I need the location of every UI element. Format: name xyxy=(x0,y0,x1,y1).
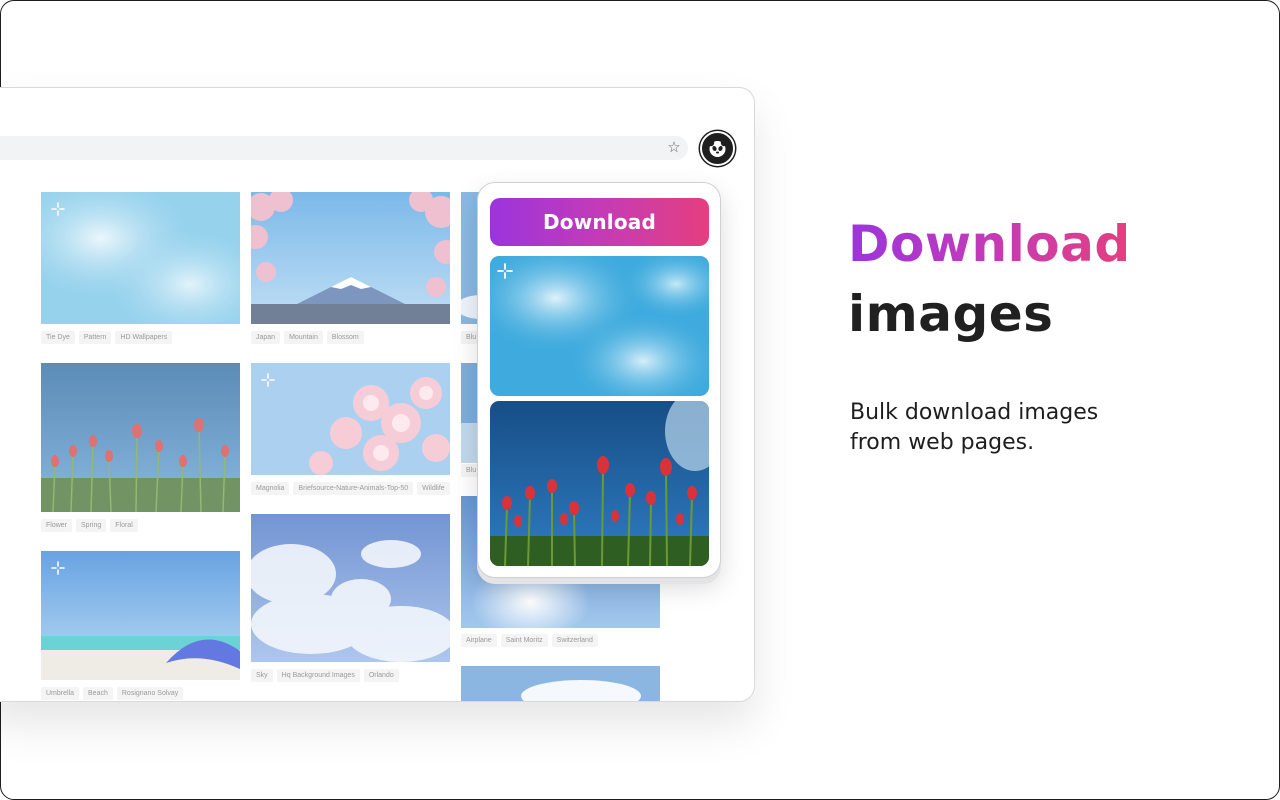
tag[interactable]: Pattern xyxy=(78,331,112,344)
tag[interactable]: Tie Dye xyxy=(41,331,75,344)
gallery-image-umbrella[interactable] xyxy=(41,551,240,680)
tag-list: Tie Dye Pattern HD Wallpapers xyxy=(41,331,173,344)
tag[interactable]: Japan xyxy=(251,331,281,344)
dim-overlay xyxy=(251,192,450,324)
dim-overlay xyxy=(461,666,660,701)
tie-dye-image xyxy=(490,256,709,396)
gallery-image-partial[interactable] xyxy=(461,666,660,701)
tag[interactable]: Orlando xyxy=(363,669,399,682)
tag[interactable]: Floral xyxy=(110,519,138,532)
hero-subtitle: Bulk download images from web pages. xyxy=(850,398,1230,458)
dim-overlay xyxy=(251,514,450,662)
tag[interactable]: Umbrella xyxy=(41,687,80,700)
tag[interactable]: Mountain xyxy=(284,331,323,344)
tag-list: Flower Spring Floral xyxy=(41,519,138,532)
gallery-image-tie-dye[interactable] xyxy=(41,192,240,324)
tag[interactable]: Hq Background Images xyxy=(276,669,360,682)
hero-subtitle-line1: Bulk download images xyxy=(850,400,1099,425)
hero-title-line1: Download xyxy=(848,212,1131,276)
tag[interactable]: Rosignano Solvay xyxy=(116,687,184,700)
tag[interactable]: Beach xyxy=(83,687,113,700)
tag[interactable]: Wildlife xyxy=(417,482,450,495)
tag[interactable]: Magnolia xyxy=(251,482,290,495)
tag[interactable]: Airplane xyxy=(461,634,497,647)
tag[interactable]: HD Wallpapers xyxy=(115,331,173,344)
tag-list: Airplane Saint Moritz Switzerland xyxy=(461,634,598,647)
gallery-image-sky[interactable] xyxy=(251,514,450,662)
tulips-image xyxy=(490,401,709,566)
tag[interactable]: Flower xyxy=(41,519,73,532)
sparkle-icon xyxy=(261,373,275,387)
extension-popup: Download xyxy=(477,182,721,578)
tag[interactable]: Briefsource-Nature-Animals-Top-50 xyxy=(293,482,414,495)
popup-image-tie-dye[interactable] xyxy=(490,256,709,396)
dim-overlay xyxy=(41,551,240,680)
sparkle-icon xyxy=(51,202,65,216)
tag-list: Sky Hq Background Images Orlando xyxy=(251,669,399,682)
hero-subtitle-line2: from web pages. xyxy=(850,430,1035,455)
gallery-image-japan[interactable] xyxy=(251,192,450,324)
hero-title-line2: images xyxy=(848,285,1054,343)
dim-overlay xyxy=(251,363,450,475)
dim-overlay xyxy=(41,363,240,512)
tag-list: Japan Mountain Blossom xyxy=(251,331,364,344)
gallery-image-flower[interactable] xyxy=(41,363,240,512)
tag[interactable]: Saint Moritz xyxy=(500,634,548,647)
dim-overlay xyxy=(41,192,240,324)
tag[interactable]: Blossom xyxy=(326,331,364,344)
gallery-image-magnolia[interactable] xyxy=(251,363,450,475)
tag[interactable]: Spring xyxy=(76,519,107,532)
popup-image-tulips[interactable] xyxy=(490,401,709,566)
tag[interactable]: Sky xyxy=(251,669,273,682)
tag-list: Magnolia Briefsource-Nature-Animals-Top-… xyxy=(251,482,450,495)
tag-list: Umbrella Beach Rosignano Solvay xyxy=(41,687,184,700)
sparkle-icon xyxy=(51,561,65,575)
tag[interactable]: Switzerland xyxy=(551,634,598,647)
download-button[interactable]: Download xyxy=(490,198,709,246)
